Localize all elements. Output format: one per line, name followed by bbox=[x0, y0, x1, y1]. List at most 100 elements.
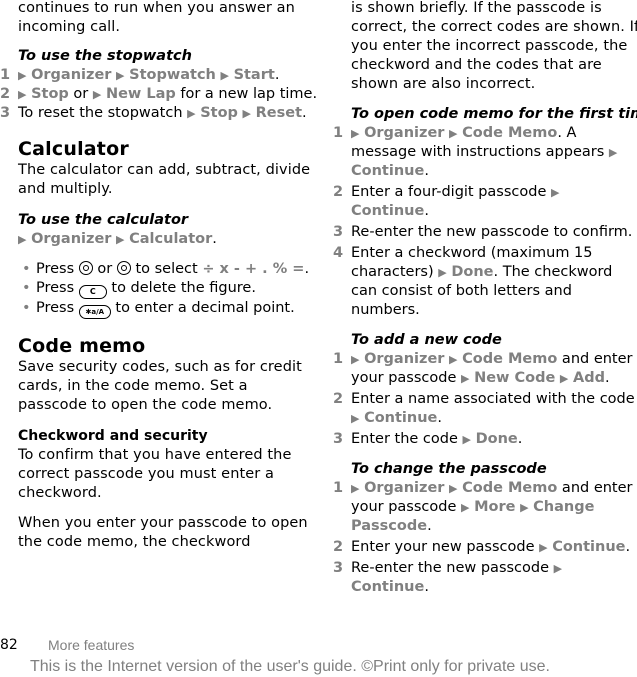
menu-item: New Lap bbox=[105, 86, 176, 102]
punctuation: . bbox=[274, 67, 280, 83]
text: or bbox=[68, 86, 93, 102]
intro-text: continues to run when you answer an inco… bbox=[18, 0, 295, 35]
step-number: 1 bbox=[333, 351, 344, 367]
menu-item: Organizer bbox=[364, 480, 445, 496]
menu-item: Organizer bbox=[364, 125, 445, 141]
menu-item: Add bbox=[573, 370, 605, 386]
calculator-subheading: To use the calculator bbox=[18, 212, 189, 228]
first-time-step-3: 3 Re-enter the new passcode to confirm. bbox=[333, 223, 637, 242]
arrow-icon: ▶ bbox=[553, 562, 563, 575]
step-number: 2 bbox=[333, 184, 344, 200]
punctuation: . bbox=[424, 203, 429, 219]
arrow-icon: ▶ bbox=[449, 127, 458, 140]
change-passcode-step-3: 3 Re-enter the new passcode ▶ Continue. bbox=[333, 559, 637, 597]
nav-right-key-icon bbox=[116, 261, 131, 275]
arrow-icon: ▶ bbox=[18, 233, 27, 246]
arrow-icon: ▶ bbox=[461, 501, 470, 514]
text: Press bbox=[36, 261, 79, 277]
bullet-item: • Press or to select ÷ x - + . % =. bbox=[18, 260, 318, 279]
menu-item: Continue bbox=[552, 539, 626, 555]
menu-item: Organizer bbox=[364, 351, 445, 367]
calculator-path: ▶ Organizer ▶ Calculator. bbox=[18, 230, 318, 249]
stopwatch-step-1: 1 ▶ Organizer ▶ Stopwatch ▶ Start. bbox=[0, 66, 318, 85]
menu-item: Organizer bbox=[31, 231, 112, 247]
nav-left-key-icon bbox=[78, 261, 93, 275]
menu-item: New Code bbox=[474, 370, 556, 386]
text: Enter a four-digit passcode bbox=[351, 184, 551, 200]
c-key-icon: C bbox=[78, 285, 107, 299]
first-time-step-1: 1 ▶ Organizer ▶ Code Memo. A message wit… bbox=[333, 124, 637, 181]
menu-item: Organizer bbox=[31, 67, 112, 83]
page-number: 82 bbox=[0, 637, 18, 653]
arrow-icon: ▶ bbox=[116, 233, 125, 246]
add-code-heading: To add a new code bbox=[351, 332, 502, 348]
bullet-icon: • bbox=[22, 300, 31, 316]
arrow-icon: ▶ bbox=[116, 69, 125, 82]
step-number: 3 bbox=[333, 224, 344, 240]
step-number: 3 bbox=[333, 431, 344, 447]
checkword-paragraph-1: To confirm that you have entered the cor… bbox=[18, 447, 292, 501]
arrow-icon: ▶ bbox=[559, 372, 569, 385]
text: Enter the code bbox=[351, 431, 463, 447]
code-memo-heading: Code memo bbox=[18, 335, 146, 357]
left-column: continues to run when you answer an inco… bbox=[0, 0, 318, 552]
arrow-icon: ▶ bbox=[461, 372, 470, 385]
add-code-step-3: 3 Enter the code ▶ Done. bbox=[333, 430, 637, 449]
first-time-heading: To open code memo for the first time bbox=[351, 106, 637, 122]
text: Re-enter the new passcode bbox=[351, 560, 554, 576]
checkword-heading: Checkword and security bbox=[18, 428, 208, 444]
calculator-description: The calculator can add, subtract, divide… bbox=[18, 162, 311, 197]
step-number: 1 bbox=[0, 67, 11, 83]
punctuation: . bbox=[517, 431, 523, 447]
menu-item: Code Memo bbox=[462, 351, 558, 367]
text: Enter your new passcode bbox=[351, 539, 540, 555]
step-number: 3 bbox=[0, 105, 11, 121]
arrow-icon: ▶ bbox=[242, 107, 252, 120]
text: Press bbox=[36, 300, 79, 316]
change-passcode-heading: To change the passcode bbox=[351, 461, 547, 477]
arrow-icon: ▶ bbox=[18, 88, 27, 101]
arrow-icon: ▶ bbox=[551, 186, 560, 199]
menu-item: Code Memo bbox=[462, 125, 558, 141]
arrow-icon: ▶ bbox=[438, 266, 447, 279]
checkword-paragraph-2: When you enter your passcode to open the… bbox=[18, 515, 308, 550]
step-number: 4 bbox=[333, 245, 344, 261]
punctuation: . bbox=[604, 370, 610, 386]
text: to select bbox=[130, 261, 203, 277]
bullet-item: • Press ✱a/A to enter a decimal point. bbox=[18, 299, 318, 319]
punctuation: . bbox=[427, 518, 432, 534]
punctuation: . bbox=[437, 410, 442, 426]
text: or bbox=[92, 261, 117, 277]
calculator-heading: Calculator bbox=[18, 138, 129, 160]
menu-item: Continue bbox=[364, 410, 438, 426]
star-key-icon: ✱a/A bbox=[78, 305, 111, 319]
section-title: More features bbox=[48, 637, 135, 653]
menu-item: Stop bbox=[200, 105, 238, 121]
text: To reset the stopwatch bbox=[18, 105, 188, 121]
arrow-icon: ▶ bbox=[351, 353, 360, 366]
text: Enter a name associated with the code bbox=[351, 391, 635, 407]
menu-item: Reset bbox=[255, 105, 303, 121]
text: Press bbox=[36, 280, 79, 296]
first-time-step-4: 4 Enter a checkword (maximum 15 characte… bbox=[333, 244, 637, 320]
bullet-icon: • bbox=[22, 261, 31, 277]
arrow-icon: ▶ bbox=[449, 482, 458, 495]
arrow-icon: ▶ bbox=[220, 69, 229, 82]
text: to enter a decimal point. bbox=[110, 300, 295, 316]
menu-item: Stop bbox=[31, 86, 69, 102]
menu-item: Stopwatch bbox=[129, 67, 216, 83]
menu-item: Code Memo bbox=[462, 480, 558, 496]
step-number: 2 bbox=[333, 539, 344, 555]
arrow-icon: ▶ bbox=[539, 541, 548, 554]
punctuation: . bbox=[304, 261, 310, 277]
menu-item: More bbox=[474, 499, 516, 515]
arrow-icon: ▶ bbox=[92, 88, 102, 101]
step-number: 3 bbox=[333, 560, 344, 576]
arrow-icon: ▶ bbox=[351, 482, 360, 495]
punctuation: . bbox=[302, 105, 307, 121]
bullet-icon: • bbox=[22, 280, 31, 296]
stopwatch-step-3: 3 To reset the stopwatch ▶ Stop ▶ Reset. bbox=[0, 104, 318, 123]
menu-item: Continue bbox=[351, 203, 425, 219]
text: for a new lap time. bbox=[175, 86, 318, 102]
step-number: 2 bbox=[0, 86, 11, 102]
